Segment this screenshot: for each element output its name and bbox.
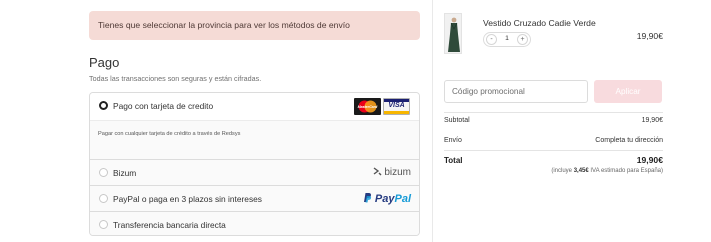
bizum-icon <box>373 167 382 176</box>
paypal-logo-text-2: Pal <box>394 193 411 205</box>
promo-code-input[interactable] <box>444 80 588 103</box>
bizum-logo-text: bizum <box>384 167 411 178</box>
subtotal-value: 19,90€ <box>641 117 663 124</box>
quantity-stepper: - 1 + <box>483 32 531 47</box>
visa-label: VISA <box>388 102 405 109</box>
transfer-radio[interactable] <box>99 220 108 229</box>
decrease-quantity-button[interactable]: - <box>486 34 497 45</box>
payment-method-paypal[interactable]: PayPal o paga en 3 plazos sin intereses … <box>90 185 419 211</box>
shipping-label: Envío <box>444 137 462 144</box>
bizum-radio[interactable] <box>99 168 108 177</box>
tax-note: (incluye 3,45€ IVA estimado para España) <box>551 168 663 174</box>
checkout-main: Tienes que seleccionar la provincia para… <box>0 0 432 242</box>
product-thumbnail <box>444 13 462 54</box>
tax-note-suffix: IVA estimado para España) <box>590 168 663 174</box>
tax-amount: 3,45€ <box>573 168 589 174</box>
dress-icon <box>448 17 460 52</box>
payment-method-transfer[interactable]: Transferencia bancaria directa <box>90 211 419 235</box>
visa-icon: VISA <box>383 98 410 115</box>
paypal-radio[interactable] <box>99 194 108 203</box>
payment-subtitle: Todas las transacciones son seguras y es… <box>89 74 262 83</box>
payment-title: Pago <box>89 55 120 70</box>
paypal-logo: PayPal <box>362 192 411 205</box>
total-label: Total <box>444 156 463 165</box>
subtotal-label: Subtotal <box>444 117 470 124</box>
payment-methods: Pago con tarjeta de credito MasterCard V… <box>89 92 420 236</box>
card-method-details: Pagar con cualquier tarjeta de crédito a… <box>90 120 419 159</box>
payment-method-bizum[interactable]: Bizum bizum <box>90 159 419 185</box>
total-value: 19,90€ <box>636 155 663 165</box>
product-name: Vestido Cruzado Cadie Verde <box>483 18 596 28</box>
paypal-method-label: PayPal o paga en 3 plazos sin intereses <box>113 194 262 204</box>
mastercard-icon: MasterCard <box>354 98 381 115</box>
increase-quantity-button[interactable]: + <box>517 34 528 45</box>
tax-note-prefix: (incluye <box>551 168 573 174</box>
payment-method-card[interactable]: Pago con tarjeta de credito MasterCard V… <box>90 93 419 159</box>
bizum-method-label: Bizum <box>113 168 137 178</box>
transfer-method-label: Transferencia bancaria directa <box>113 220 226 230</box>
shipping-alert: Tienes que seleccionar la provincia para… <box>89 11 420 40</box>
bizum-logo: bizum <box>372 166 411 178</box>
card-method-description: Pagar con cualquier tarjeta de crédito a… <box>98 131 241 137</box>
paypal-icon <box>363 193 371 203</box>
order-summary: Vestido Cruzado Cadie Verde - 1 + 19,90€… <box>433 0 711 242</box>
card-method-label: Pago con tarjeta de credito <box>113 101 214 111</box>
summary-divider <box>444 112 663 113</box>
quantity-value[interactable]: 1 <box>498 35 516 42</box>
paypal-logo-text-1: Pay <box>374 193 395 205</box>
mastercard-label: MasterCard <box>358 105 379 109</box>
total-divider <box>444 150 663 151</box>
card-radio[interactable] <box>99 101 108 110</box>
product-price: 19,90€ <box>636 31 663 41</box>
apply-promo-button[interactable]: Aplicar <box>594 80 662 103</box>
shipping-value: Completa tu dirección <box>595 137 663 144</box>
